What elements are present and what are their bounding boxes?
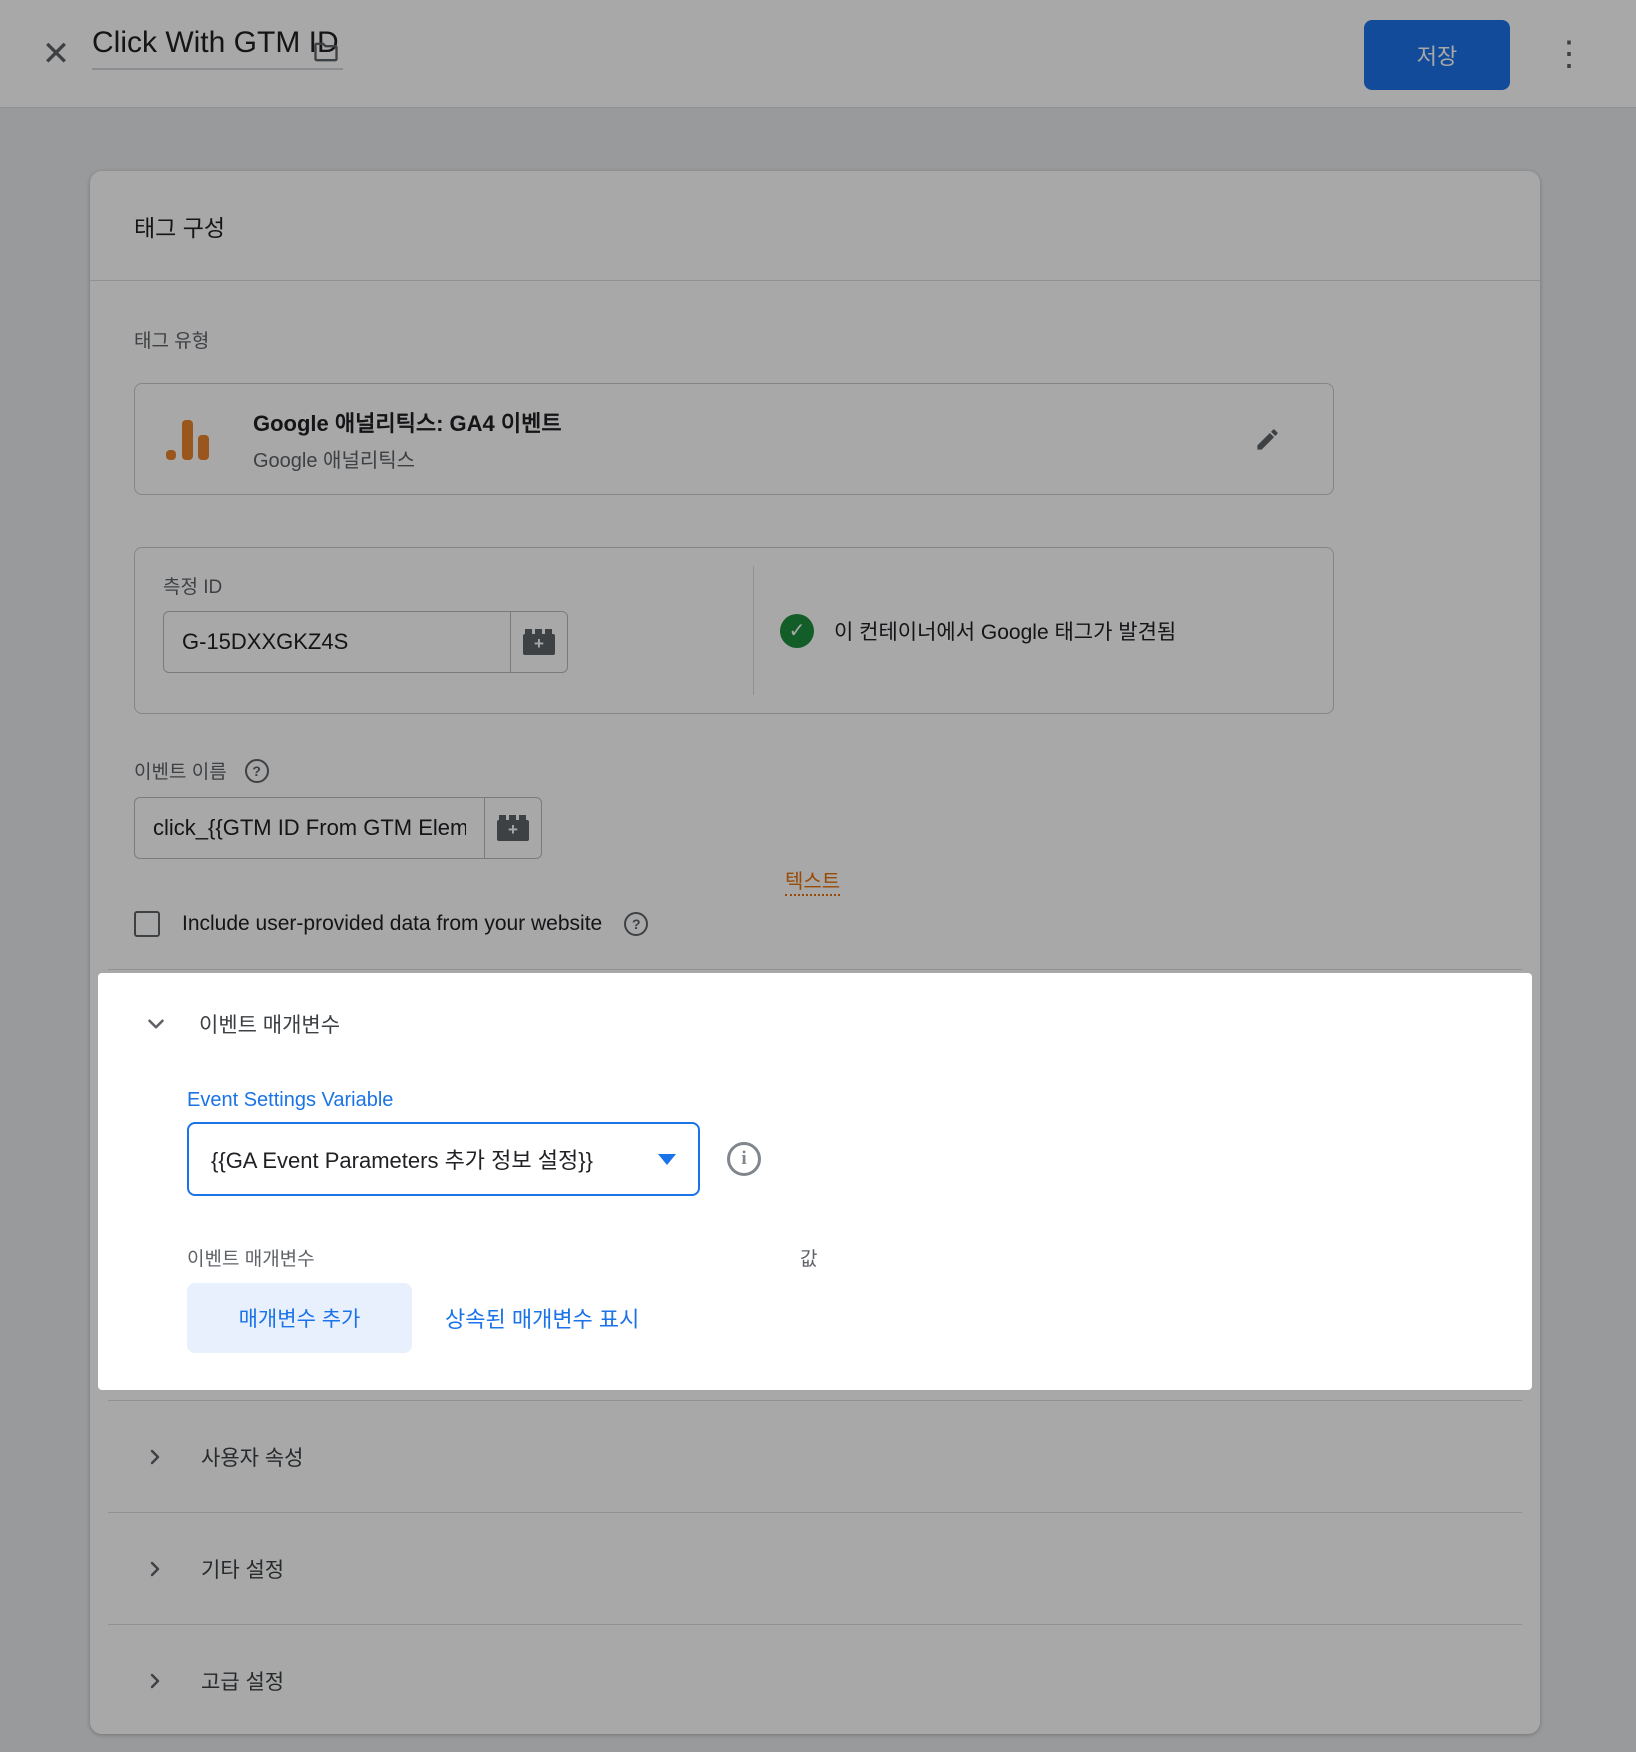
tag-type-label: 태그 유형 bbox=[134, 326, 1496, 353]
tag-type-name: Google 애널리틱스: GA4 이벤트 bbox=[253, 406, 562, 438]
section-divider bbox=[108, 969, 1522, 970]
save-button[interactable]: 저장 bbox=[1364, 20, 1510, 90]
event-name-section: 이벤트 이름 ? 텍스트 bbox=[134, 757, 1496, 859]
section-more-settings[interactable]: 기타 설정 bbox=[134, 1513, 1496, 1624]
dropdown-caret-icon bbox=[658, 1154, 676, 1165]
variable-brick-plus-icon bbox=[497, 820, 529, 841]
event-name-label: 이벤트 이름 bbox=[134, 757, 227, 784]
help-icon: ? bbox=[252, 763, 261, 779]
kebab-menu-button[interactable]: ⋮ bbox=[1552, 28, 1582, 80]
close-button[interactable]: ✕ bbox=[34, 32, 78, 76]
section-label: 고급 설정 bbox=[201, 1666, 284, 1696]
esv-label: Event Settings Variable bbox=[187, 1089, 1532, 1112]
measurement-id-label: 측정 ID bbox=[163, 572, 753, 599]
check-circle-icon: ✓ bbox=[780, 614, 814, 648]
event-parameters-section: 이벤트 매개변수 Event Settings Variable {{GA Ev… bbox=[98, 973, 1532, 1390]
card-title: 태그 구성 bbox=[134, 209, 225, 243]
section-user-properties[interactable]: 사용자 속성 bbox=[134, 1401, 1496, 1512]
measurement-id-group bbox=[163, 611, 568, 673]
folder-icon bbox=[310, 38, 342, 66]
event-parameters-header[interactable]: 이벤트 매개변수 bbox=[98, 1009, 1532, 1039]
event-name-input[interactable] bbox=[135, 798, 484, 858]
pencil-icon bbox=[1254, 426, 1281, 453]
card-header: 태그 구성 bbox=[90, 171, 1540, 281]
param-column-label: 이벤트 매개변수 bbox=[187, 1249, 315, 1270]
user-data-help-button[interactable]: ? bbox=[624, 912, 648, 936]
esv-dropdown[interactable]: {{GA Event Parameters 추가 정보 설정}} bbox=[187, 1122, 700, 1196]
event-name-group bbox=[134, 797, 542, 859]
ga4-analytics-icon bbox=[165, 416, 211, 462]
add-parameter-button[interactable]: 매개변수 추가 bbox=[187, 1283, 412, 1353]
tag-type-vendor: Google 애널리틱스 bbox=[253, 444, 562, 473]
section-label: 기타 설정 bbox=[201, 1554, 284, 1584]
tag-title: Click With GTM ID bbox=[92, 26, 339, 59]
section-advanced-settings[interactable]: 고급 설정 bbox=[134, 1625, 1496, 1736]
event-name-variable-picker-button[interactable] bbox=[484, 798, 541, 858]
chevron-right-icon bbox=[143, 1557, 167, 1581]
tag-type-box: Google 애널리틱스: GA4 이벤트 Google 애널리틱스 bbox=[134, 383, 1334, 495]
chevron-down-icon bbox=[143, 1011, 169, 1037]
info-icon: i bbox=[741, 1148, 746, 1170]
google-tag-status-text: 이 컨테이너에서 Google 태그가 발견됨 bbox=[834, 616, 1176, 646]
folder-button[interactable] bbox=[310, 38, 342, 66]
close-icon: ✕ bbox=[42, 35, 71, 73]
google-tag-status: ✓ 이 컨테이너에서 Google 태그가 발견됨 bbox=[753, 566, 1333, 695]
tag-name-field[interactable]: Click With GTM ID bbox=[92, 26, 343, 70]
dialog-topbar: ✕ Click With GTM ID 저장 ⋮ bbox=[0, 0, 1636, 108]
chevron-right-icon bbox=[143, 1445, 167, 1469]
measurement-id-box: 측정 ID ✓ 이 컨테이너에서 Google 태그가 발견됨 bbox=[134, 547, 1334, 714]
tag-configuration-card: 태그 구성 태그 유형 Google 애널리틱스: GA4 이벤트 Google… bbox=[90, 171, 1540, 1734]
help-icon: ? bbox=[632, 916, 641, 932]
variable-brick-plus-icon bbox=[523, 634, 555, 655]
measurement-id-variable-picker-button[interactable] bbox=[510, 612, 567, 672]
esv-info-button[interactable]: i bbox=[727, 1142, 761, 1176]
chevron-right-icon bbox=[143, 1669, 167, 1693]
edit-tag-type-button[interactable] bbox=[1248, 420, 1287, 459]
text-annotation-link[interactable]: 텍스트 bbox=[785, 865, 840, 896]
user-data-label: Include user-provided data from your web… bbox=[182, 912, 602, 936]
event-name-help-button[interactable]: ? bbox=[245, 759, 269, 783]
value-column-label: 값 bbox=[800, 1244, 817, 1271]
kebab-icon: ⋮ bbox=[1552, 35, 1586, 73]
show-inherited-parameters-link[interactable]: 상속된 매개변수 표시 bbox=[445, 1302, 639, 1334]
esv-selected-value: {{GA Event Parameters 추가 정보 설정}} bbox=[211, 1143, 593, 1175]
measurement-id-input[interactable] bbox=[164, 612, 510, 672]
section-label: 사용자 속성 bbox=[201, 1442, 303, 1472]
user-data-row: Include user-provided data from your web… bbox=[134, 911, 1496, 937]
user-data-checkbox[interactable] bbox=[134, 911, 160, 937]
parameters-table-header: 이벤트 매개변수 값 bbox=[187, 1244, 1532, 1270]
event-parameters-title: 이벤트 매개변수 bbox=[199, 1009, 340, 1039]
